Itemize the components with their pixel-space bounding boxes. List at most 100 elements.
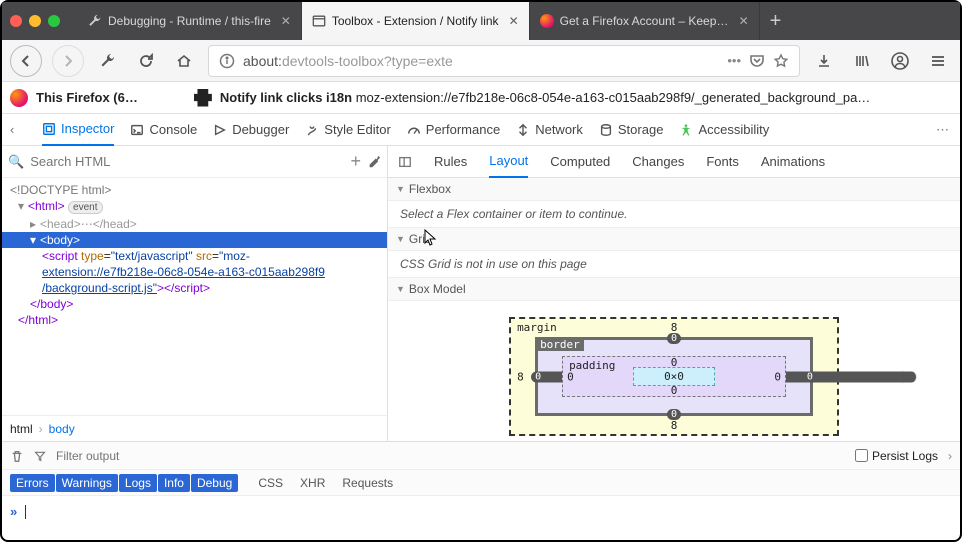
forward-button[interactable]: [52, 45, 84, 77]
zoom-window-button[interactable]: [48, 15, 60, 27]
boxmodel-header[interactable]: ▼Box Model: [388, 278, 960, 301]
console-toolbar: Persist Logs ›: [2, 441, 960, 469]
console-input-row[interactable]: »: [2, 495, 960, 527]
inspector-main: 🔍 + <!DOCTYPE html> ▾<html> event ▸<head…: [2, 146, 960, 441]
layout-panel: ▼Flexbox Select a Flex container or item…: [388, 178, 960, 441]
sidebar-tabs: Rules Layout Computed Changes Fonts Anim…: [388, 146, 960, 178]
selected-body-node[interactable]: ▾<body>: [2, 232, 387, 248]
page-subtitle: Notify link clicks i18n moz-extension://…: [220, 90, 952, 105]
tool-performance[interactable]: Performance: [407, 114, 500, 146]
console-prompt-icon: »: [10, 504, 17, 519]
close-window-button[interactable]: [10, 15, 22, 27]
chip-logs[interactable]: Logs: [119, 474, 157, 492]
cursor-icon: [424, 229, 438, 247]
downloads-button[interactable]: [810, 47, 838, 75]
new-tab-button[interactable]: +: [760, 10, 792, 33]
tab-label: Debugging - Runtime / this-fire: [108, 14, 271, 28]
page-actions-icon[interactable]: •••: [727, 53, 741, 68]
firefox-icon: [540, 14, 554, 28]
page-info-bar: This Firefox (6… Notify link clicks i18n…: [2, 82, 960, 114]
home-button[interactable]: [170, 47, 198, 75]
flexbox-header[interactable]: ▼Flexbox: [388, 178, 960, 201]
browser-tab-fxa[interactable]: Get a Firefox Account – Keep yo ✕: [530, 2, 760, 40]
minimize-window-button[interactable]: [29, 15, 41, 27]
chip-debug[interactable]: Debug: [191, 474, 238, 492]
tool-accessibility[interactable]: Accessibility: [679, 114, 769, 146]
back-button[interactable]: [10, 45, 42, 77]
breadcrumb: html › body: [2, 415, 387, 441]
tool-storage[interactable]: Storage: [599, 114, 664, 146]
reload-button[interactable]: [132, 47, 160, 75]
breadcrumb-item[interactable]: body: [49, 422, 75, 436]
library-icon[interactable]: [848, 47, 876, 75]
chip-info[interactable]: Info: [158, 474, 190, 492]
tab-layout[interactable]: Layout: [489, 146, 528, 178]
html-search-row: 🔍 +: [2, 146, 387, 178]
breadcrumb-item[interactable]: html: [10, 422, 33, 436]
menu-icon[interactable]: [924, 47, 952, 75]
close-tab-icon[interactable]: ✕: [281, 14, 291, 28]
chip-requests[interactable]: Requests: [334, 474, 401, 492]
tool-style-editor[interactable]: Style Editor: [305, 114, 390, 146]
pane-toggle-icon[interactable]: [398, 155, 412, 169]
browser-tab-toolbox[interactable]: Toolbox - Extension / Notify link ✕: [302, 2, 530, 40]
window-titlebar: Debugging - Runtime / this-fire ✕ Toolbo…: [2, 2, 960, 40]
window-icon: [312, 14, 326, 28]
html-search-input[interactable]: [30, 154, 344, 169]
devtools-toolbar: ‹ Inspector Console Debugger Style Edito…: [2, 114, 960, 146]
tool-console[interactable]: Console: [130, 114, 197, 146]
event-badge[interactable]: event: [68, 201, 102, 214]
pocket-icon[interactable]: [749, 53, 765, 69]
browser-tabs: Debugging - Runtime / this-fire ✕ Toolbo…: [78, 2, 791, 40]
chip-errors[interactable]: Errors: [10, 474, 55, 492]
text-caret: [25, 505, 26, 519]
tab-fonts[interactable]: Fonts: [706, 146, 739, 178]
chevron-right-icon[interactable]: ›: [948, 449, 952, 463]
add-node-icon[interactable]: +: [350, 151, 361, 172]
chevron-left-icon[interactable]: ‹: [10, 122, 26, 137]
markup-panel: 🔍 + <!DOCTYPE html> ▾<html> event ▸<head…: [2, 146, 388, 441]
bookmark-star-icon[interactable]: [773, 53, 789, 69]
dev-button[interactable]: [94, 47, 122, 75]
chip-css[interactable]: CSS: [250, 474, 291, 492]
url-text: about:devtools-toolbox?type=exte: [243, 53, 719, 69]
tab-computed[interactable]: Computed: [550, 146, 610, 178]
window-controls: [10, 15, 60, 27]
chip-warnings[interactable]: Warnings: [56, 474, 118, 492]
eyedropper-icon[interactable]: [367, 155, 381, 169]
console-filter-chips: Errors Warnings Logs Info Debug CSS XHR …: [2, 469, 960, 495]
firefox-icon: [10, 89, 28, 107]
tab-rules[interactable]: Rules: [434, 146, 467, 178]
clear-console-icon[interactable]: [10, 449, 24, 463]
grid-header[interactable]: ▼Grid: [388, 228, 960, 251]
nav-toolbar: about:devtools-toolbox?type=exte •••: [2, 40, 960, 82]
tool-inspector[interactable]: Inspector: [42, 114, 114, 146]
more-tools-icon[interactable]: ⋯: [936, 122, 952, 138]
search-icon: 🔍: [8, 154, 24, 170]
extension-icon: [194, 89, 212, 107]
close-tab-icon[interactable]: ✕: [509, 14, 519, 28]
persist-logs-toggle[interactable]: Persist Logs: [855, 449, 938, 463]
tab-label: Get a Firefox Account – Keep yo: [560, 14, 729, 28]
identity-info-icon[interactable]: [219, 53, 235, 69]
tool-network[interactable]: Network: [516, 114, 583, 146]
filter-icon[interactable]: [34, 450, 46, 462]
chevron-right-icon: ›: [39, 422, 43, 436]
console-filter-input[interactable]: [56, 449, 845, 463]
box-model-diagram[interactable]: margin 8 8 8 8 border 0 0 0 0 padding: [388, 301, 960, 441]
sidebar-panel: Rules Layout Computed Changes Fonts Anim…: [388, 146, 960, 441]
tab-changes[interactable]: Changes: [632, 146, 684, 178]
close-tab-icon[interactable]: ✕: [739, 14, 749, 28]
url-bar[interactable]: about:devtools-toolbox?type=exte •••: [208, 45, 800, 77]
chip-xhr[interactable]: XHR: [292, 474, 333, 492]
wrench-icon: [88, 14, 102, 28]
grid-body: CSS Grid is not in use on this page: [388, 251, 960, 277]
tab-animations[interactable]: Animations: [761, 146, 825, 178]
page-title: This Firefox (6…: [36, 90, 138, 105]
account-icon[interactable]: [886, 47, 914, 75]
flexbox-body: Select a Flex container or item to conti…: [388, 201, 960, 227]
tool-debugger[interactable]: Debugger: [213, 114, 289, 146]
tab-label: Toolbox - Extension / Notify link: [332, 14, 499, 28]
browser-tab-debugging[interactable]: Debugging - Runtime / this-fire ✕: [78, 2, 302, 40]
markup-view[interactable]: <!DOCTYPE html> ▾<html> event ▸<head>⋯</…: [2, 178, 387, 415]
